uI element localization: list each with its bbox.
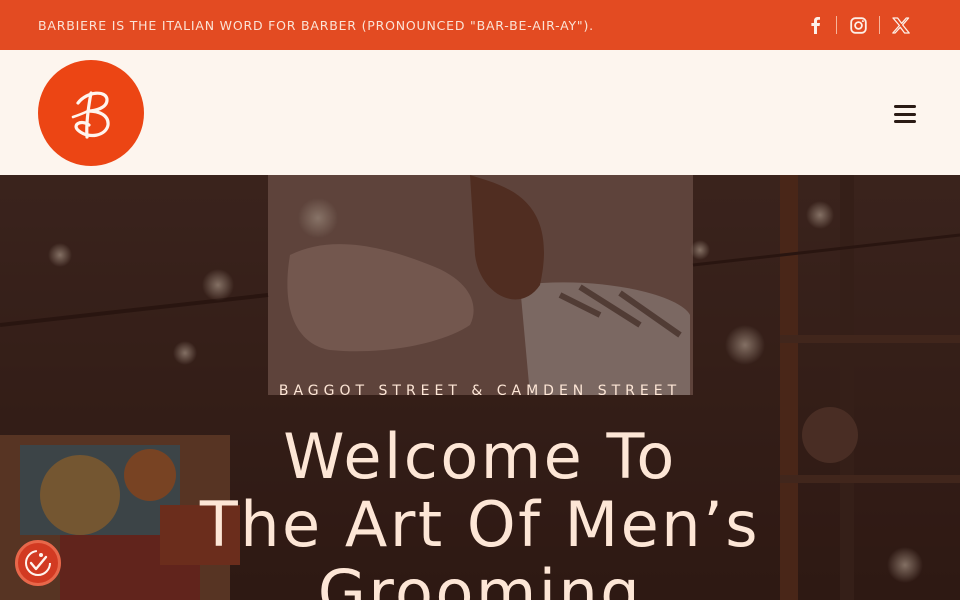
hero-section: BAGGOT STREET & CAMDEN STREET Welcome To… [0,175,960,600]
facebook-link[interactable] [794,15,836,35]
x-twitter-link[interactable] [880,15,922,35]
hero-content: BAGGOT STREET & CAMDEN STREET Welcome To… [0,175,960,600]
facebook-icon [811,17,820,34]
announcement-bar: BARBIERE IS THE ITALIAN WORD FOR BARBER … [0,0,960,50]
announcement-text: BARBIERE IS THE ITALIAN WORD FOR BARBER … [38,17,594,33]
site-logo[interactable] [38,60,144,166]
accessibility-icon [25,550,51,576]
hero-subtitle: BAGGOT STREET & CAMDEN STREET [278,383,682,399]
accessibility-button[interactable] [15,540,61,586]
hero-title: Welcome To The Art Of Men’s Grooming [0,423,960,600]
hero-title-line: Welcome To [283,420,677,493]
hamburger-menu-icon [894,105,916,108]
social-links [794,15,922,35]
instagram-icon [849,16,867,34]
menu-button[interactable] [890,102,920,126]
instagram-link[interactable] [837,15,879,35]
barbiere-logo-icon [71,91,110,139]
site-header [0,50,960,175]
hero-title-line: Grooming [317,556,643,600]
x-twitter-icon [892,16,910,34]
hero-title-line: The Art Of Men’s [199,488,761,561]
